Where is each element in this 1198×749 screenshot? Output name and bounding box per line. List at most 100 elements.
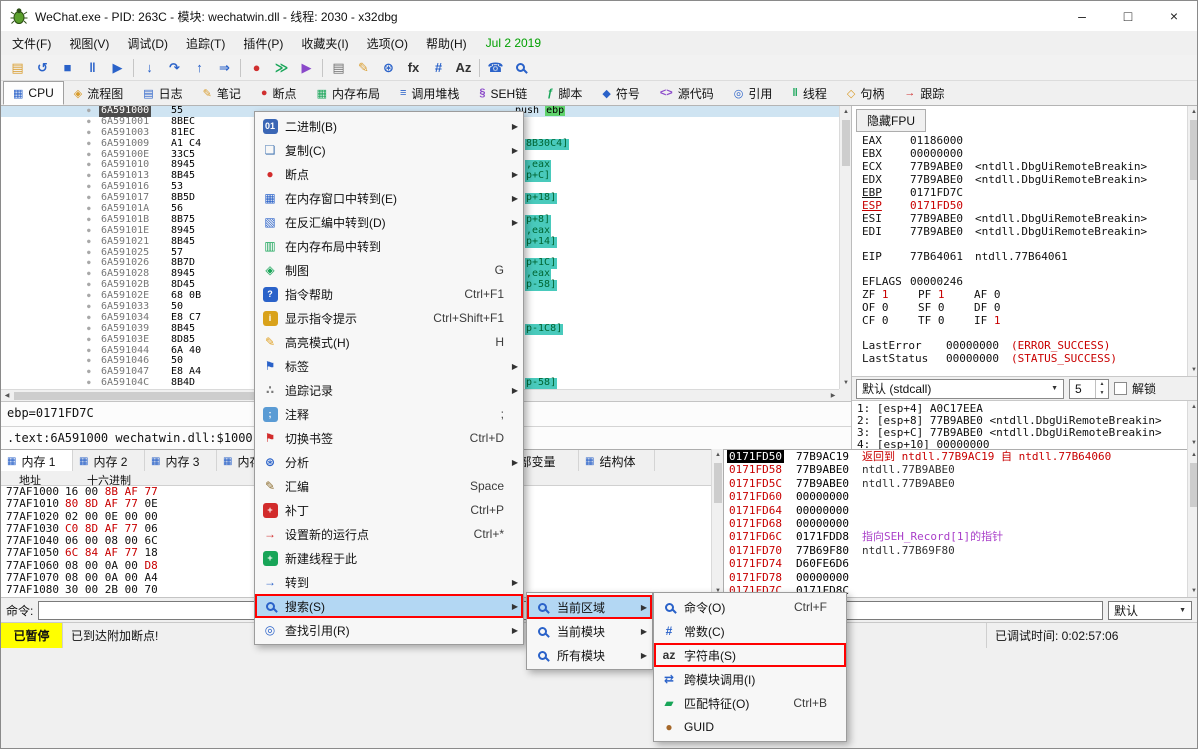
menu-item-goto-in-disassembly[interactable]: ▧在反汇编中转到(D)▶ bbox=[255, 210, 523, 234]
register-row[interactable]: CF 0TF 0IF 1 bbox=[862, 314, 1185, 327]
menu-item-goto[interactable]: →转到▶ bbox=[255, 570, 523, 594]
step-over-icon[interactable]: ↷ bbox=[162, 57, 187, 79]
breakpoint-dot-icon[interactable]: ● bbox=[87, 335, 91, 346]
register-row[interactable]: ESI77B9ABE0<ntdll.DbgUiRemoteBreakin> bbox=[862, 212, 1185, 225]
breakpoint-dot-icon[interactable]: ● bbox=[87, 378, 91, 389]
menu-item-search-for[interactable]: 搜索(S)▶ bbox=[255, 594, 523, 618]
step-out-icon[interactable]: ↑ bbox=[187, 57, 212, 79]
breakpoint-dot-icon[interactable]: ● bbox=[87, 258, 91, 269]
tab-cpu[interactable]: ▦CPU bbox=[3, 81, 64, 105]
menu-item-pattern[interactable]: ▰匹配特征(O)Ctrl+B bbox=[654, 691, 846, 715]
tab-graph[interactable]: ◈流程图 bbox=[64, 81, 133, 105]
menu-item-string-references[interactable]: az字符串(S) bbox=[654, 643, 846, 667]
stack-row[interactable]: 0171FD7077B69F80ntdll.77B69F80 bbox=[724, 544, 1187, 557]
dump-tab-memory-1[interactable]: ▦内存 1 bbox=[1, 450, 73, 472]
breakpoint-dot-icon[interactable]: ● bbox=[87, 215, 91, 226]
register-row[interactable]: ESP0171FD50 bbox=[862, 199, 1185, 212]
menu-item-analysis[interactable]: ⊛分析▶ bbox=[255, 450, 523, 474]
breakpoint-dot-icon[interactable]: ● bbox=[87, 171, 91, 182]
log-icon[interactable]: ▤ bbox=[326, 57, 351, 79]
breakpoint-dot-icon[interactable]: ● bbox=[87, 204, 91, 215]
register-row[interactable]: EFLAGS00000246 bbox=[862, 275, 1185, 288]
menu-item-toggle-bookmark[interactable]: ⚑切换书签Ctrl+D bbox=[255, 426, 523, 450]
breakpoint-dot-icon[interactable]: ● bbox=[87, 324, 91, 335]
dump-tab-memory-2[interactable]: ▦内存 2 bbox=[73, 450, 145, 472]
menu-item-create-new-thread-here[interactable]: +新建线程于此 bbox=[255, 546, 523, 570]
menu-item-guid[interactable]: ●GUID bbox=[654, 715, 846, 739]
tab-threads[interactable]: ‖线程 bbox=[782, 81, 837, 105]
case-icon[interactable]: Az bbox=[451, 57, 476, 79]
tab-references[interactable]: ◎引用 bbox=[724, 81, 783, 105]
stop-icon[interactable]: ■ bbox=[55, 57, 80, 79]
scroll-down-icon[interactable]: ▼ bbox=[1188, 437, 1198, 449]
tab-handles[interactable]: ◇句柄 bbox=[837, 81, 894, 105]
search-icon[interactable] bbox=[508, 57, 533, 79]
breakpoint-dot-icon[interactable]: ● bbox=[87, 346, 91, 357]
stack-row[interactable]: 0171FD5877B9ABE0ntdll.77B9ABE0 bbox=[724, 463, 1187, 476]
menu-item-highlighting-mode[interactable]: ✎高亮模式(H)H bbox=[255, 330, 523, 354]
register-row[interactable]: LastStatus00000000(STATUS_SUCCESS) bbox=[862, 352, 1185, 365]
stack-scrollbar[interactable]: ▲ ▼ bbox=[1187, 449, 1198, 597]
minimize-button[interactable]: – bbox=[1059, 1, 1105, 31]
menu-item-find-references[interactable]: ◎查找引用(R)▶ bbox=[255, 618, 523, 642]
breakpoint-dot-icon[interactable]: ● bbox=[87, 226, 91, 237]
trace-into-icon[interactable]: ≫ bbox=[269, 57, 294, 79]
notes-icon[interactable]: ✎ bbox=[351, 57, 376, 79]
calling-convention-select[interactable]: 默认 (stdcall) ▼ bbox=[856, 379, 1064, 399]
menu-item-set-new-origin[interactable]: →设置新的运行点Ctrl+* bbox=[255, 522, 523, 546]
menu-item[interactable]: 收藏夹(I) bbox=[292, 31, 357, 56]
breakpoint-dot-icon[interactable]: ● bbox=[87, 291, 91, 302]
menu-item-intermodular-calls[interactable]: ⇄跨模块调用(I) bbox=[654, 667, 846, 691]
register-row[interactable]: LastError00000000(ERROR_SUCCESS) bbox=[862, 339, 1185, 352]
command-profile-dropdown[interactable]: 默认 ▼ bbox=[1108, 601, 1192, 620]
restart-icon[interactable]: ↺ bbox=[30, 57, 55, 79]
arguments-scrollbar[interactable]: ▲ ▼ bbox=[1187, 401, 1198, 449]
breakpoint-dot-icon[interactable]: ● bbox=[87, 248, 91, 259]
breakpoint-dot-icon[interactable]: ● bbox=[87, 367, 91, 378]
unlock-checkbox[interactable] bbox=[1114, 382, 1127, 395]
menu-item-label[interactable]: ⚑标签▶ bbox=[255, 354, 523, 378]
menu-item[interactable]: 选项(O) bbox=[358, 31, 417, 56]
scroll-down-icon[interactable]: ▼ bbox=[1188, 364, 1198, 376]
maximize-button[interactable]: □ bbox=[1105, 1, 1151, 31]
argument-depth-spinner[interactable]: 5 ▲▼ bbox=[1069, 379, 1109, 399]
tab-log[interactable]: ▤日志 bbox=[133, 81, 192, 105]
registers-scrollbar[interactable]: ▲ ▼ bbox=[1187, 106, 1198, 376]
menu-item[interactable]: 调试(D) bbox=[118, 31, 177, 56]
breakpoint-dot-icon[interactable]: ● bbox=[87, 237, 91, 248]
dump-scrollbar[interactable]: ▲ ▼ bbox=[711, 449, 723, 597]
spinner-arrows-icon[interactable]: ▲▼ bbox=[1095, 380, 1108, 398]
stack-row[interactable]: 0171FD7800000000 bbox=[724, 571, 1187, 584]
register-row[interactable]: OF 0SF 0DF 0 bbox=[862, 301, 1185, 314]
dump-tab-memory-3[interactable]: ▦内存 3 bbox=[145, 450, 217, 472]
tab-source[interactable]: <>源代码 bbox=[650, 81, 724, 105]
register-row[interactable]: EDX77B9ABE0<ntdll.DbgUiRemoteBreakin> bbox=[862, 173, 1185, 186]
register-row[interactable]: ECX77B9ABE0<ntdll.DbgUiRemoteBreakin> bbox=[862, 160, 1185, 173]
register-row[interactable]: ZF 1PF 1AF 0 bbox=[862, 288, 1185, 301]
scroll-up-icon[interactable]: ▲ bbox=[1188, 449, 1198, 461]
menu-item-graph[interactable]: ◈制图G bbox=[255, 258, 523, 282]
breakpoint-dot-icon[interactable]: ● bbox=[87, 117, 91, 128]
stack-row[interactable]: 0171FD5077B9AC19返回到 ntdll.77B9AC19 自 ntd… bbox=[724, 450, 1187, 463]
tab-seh[interactable]: §SEH链 bbox=[469, 81, 537, 105]
scroll-down-icon[interactable]: ▼ bbox=[1188, 585, 1198, 597]
scroll-up-icon[interactable]: ▲ bbox=[1188, 106, 1198, 118]
tab-script[interactable]: ƒ脚本 bbox=[537, 81, 592, 105]
scroll-up-icon[interactable]: ▲ bbox=[1188, 401, 1198, 413]
stack-row[interactable]: 0171FD5C77B9ABE0ntdll.77B9ABE0 bbox=[724, 477, 1187, 490]
breakpoint-dot-icon[interactable]: ● bbox=[87, 269, 91, 280]
menu-item-assemble[interactable]: ✎汇编Space bbox=[255, 474, 523, 498]
stack-row[interactable]: 0171FD6400000000 bbox=[724, 504, 1187, 517]
tab-trace[interactable]: →跟踪 bbox=[894, 81, 954, 105]
scroll-thumb[interactable] bbox=[1190, 463, 1198, 507]
register-row[interactable]: EDI77B9ABE0<ntdll.DbgUiRemoteBreakin> bbox=[862, 225, 1185, 238]
menu-item-instruction-help[interactable]: ?指令帮助Ctrl+F1 bbox=[255, 282, 523, 306]
breakpoint-dot-icon[interactable]: ● bbox=[87, 302, 91, 313]
menu-item-comment[interactable]: ;注释; bbox=[255, 402, 523, 426]
tab-call-stack[interactable]: ≡调用堆栈 bbox=[390, 81, 469, 105]
settings-icon[interactable]: ⊛ bbox=[376, 57, 401, 79]
menu-item-trace-record[interactable]: ∴追踪记录▶ bbox=[255, 378, 523, 402]
pause-icon[interactable]: ‖ bbox=[80, 57, 105, 79]
disasm-vertical-scrollbar[interactable]: ▲ ▼ bbox=[839, 106, 851, 389]
menu-item[interactable]: 插件(P) bbox=[234, 31, 292, 56]
